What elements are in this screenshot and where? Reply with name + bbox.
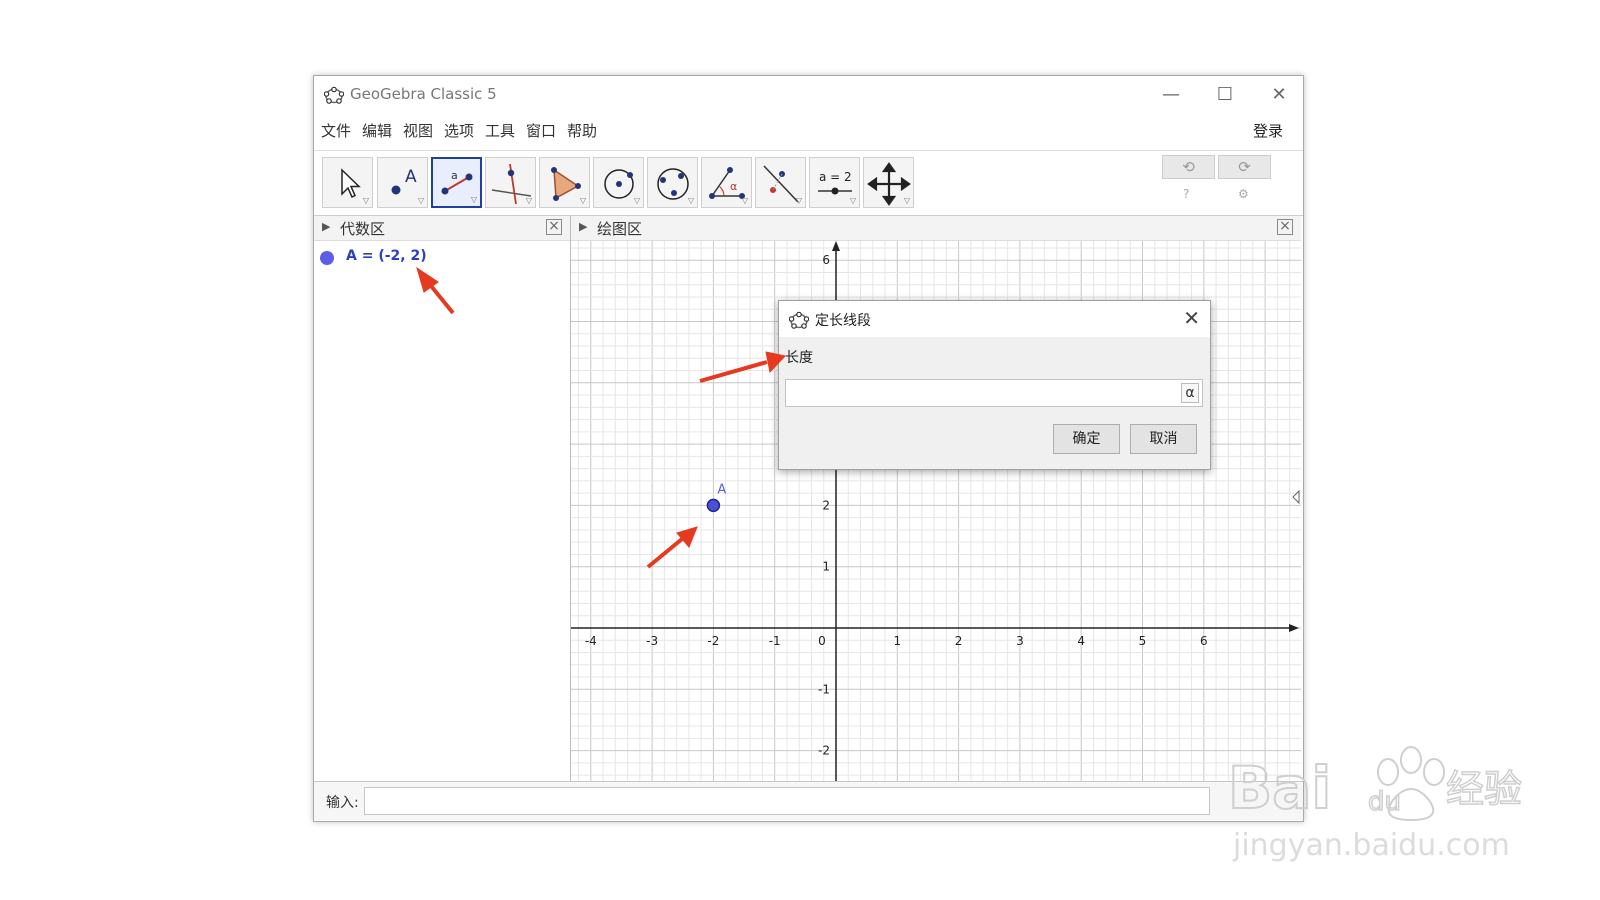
menu-edit[interactable]: 编辑	[362, 120, 392, 141]
ellipse-tool[interactable]: ▽	[647, 157, 698, 208]
alpha-symbol-button[interactable]: α	[1181, 383, 1199, 403]
undo-button[interactable]: ⟲	[1162, 155, 1215, 179]
geogebra-logo-icon	[324, 86, 344, 104]
svg-text:a: a	[451, 169, 458, 182]
algebra-header: ▶ 代数区 ×	[314, 216, 570, 241]
maximize-button[interactable]: ☐	[1203, 80, 1247, 110]
minimize-button[interactable]: —	[1149, 80, 1193, 110]
y-axis-arrow-icon	[832, 241, 840, 251]
window-title: GeoGebra Classic 5	[350, 85, 497, 103]
menu-view[interactable]: 视图	[403, 120, 433, 141]
svg-text:du: du	[1368, 787, 1401, 817]
cancel-button[interactable]: 取消	[1130, 424, 1197, 454]
x-tick-label: 5	[1139, 634, 1147, 648]
svg-text:α: α	[730, 180, 737, 193]
dialog-title-bar: 定长线段 ✕	[779, 301, 1210, 337]
x-tick-label: 0	[818, 634, 826, 648]
move-graphics-tool[interactable]: ▽	[863, 157, 914, 208]
slider-tool-label: a = 2	[819, 170, 852, 184]
point-tool[interactable]: A ▽	[377, 157, 428, 208]
y-tick-label: 2	[822, 498, 830, 512]
close-button[interactable]: ✕	[1257, 80, 1301, 110]
segment-fixed-length-tool[interactable]: a ▽	[431, 157, 482, 208]
collapse-triangle-icon[interactable]: ▶	[579, 220, 587, 233]
input-bar: 输入:	[314, 781, 1303, 820]
circle-tool[interactable]: ▽	[593, 157, 644, 208]
x-tick-label: -3	[646, 634, 658, 648]
x-tick-label: 3	[1016, 634, 1024, 648]
baidu-watermark-logo: Bai du 经验 jingyan.baidu.com	[1228, 746, 1523, 863]
gear-icon[interactable]: ⚙	[1238, 187, 1249, 201]
y-tick-label: 6	[822, 253, 830, 267]
perpendicular-line-tool[interactable]: ▽	[485, 157, 536, 208]
svg-text:jingyan.baidu.com: jingyan.baidu.com	[1232, 828, 1510, 863]
angle-tool[interactable]: α ▽	[701, 157, 752, 208]
input-label: 输入:	[326, 795, 359, 811]
y-tick-label: -2	[818, 744, 830, 758]
visibility-dot-icon[interactable]	[320, 251, 334, 265]
svg-text:A: A	[405, 167, 417, 187]
algebra-title: 代数区	[340, 220, 386, 238]
x-tick-label: 2	[955, 634, 963, 648]
move-tool[interactable]: ▽	[322, 157, 373, 208]
dialog-close-icon[interactable]: ✕	[1183, 306, 1200, 330]
menu-file[interactable]: 文件	[321, 120, 351, 141]
point-a	[706, 498, 721, 513]
x-tick-label: 1	[893, 634, 901, 648]
algebra-view: ▶ 代数区 × A = (-2, 2)	[314, 216, 571, 781]
menu-help[interactable]: 帮助	[567, 120, 597, 141]
menu-options[interactable]: 选项	[444, 120, 474, 141]
input-field[interactable]	[364, 787, 1210, 815]
algebra-object-text[interactable]: A = (-2, 2)	[346, 248, 427, 264]
redo-button[interactable]: ⟳	[1218, 155, 1271, 179]
geogebra-logo-icon	[789, 311, 809, 329]
ok-button[interactable]: 确定	[1053, 424, 1120, 454]
x-tick-label: -4	[585, 634, 597, 648]
slider-tool[interactable]: a = 2 ▽	[809, 157, 860, 208]
menu-window[interactable]: 窗口	[526, 120, 556, 141]
segment-length-dialog: 定长线段 ✕ 长度 α 确定 取消	[778, 300, 1211, 470]
menu-bar: 文件 编辑 视图 选项 工具 窗口 帮助 登录	[314, 116, 1303, 144]
reflect-tool[interactable]: ▽	[755, 157, 806, 208]
algebra-close-icon[interactable]: ×	[546, 219, 562, 235]
svg-text:经验: 经验	[1446, 767, 1522, 811]
dialog-title: 定长线段	[815, 313, 871, 329]
collapse-triangle-icon[interactable]: ▶	[322, 220, 330, 233]
graphics-title: 绘图区	[597, 220, 643, 238]
point-a-label: A	[717, 482, 726, 497]
x-tick-label: 4	[1077, 634, 1085, 648]
polygon-tool[interactable]: ▽	[539, 157, 590, 208]
graphics-close-icon[interactable]: ×	[1277, 219, 1293, 235]
x-tick-label: -2	[707, 634, 719, 648]
x-tick-label: -1	[769, 634, 781, 648]
length-label: 长度	[785, 350, 813, 366]
x-axis-arrow-icon	[1289, 624, 1299, 632]
y-tick-label: 1	[822, 560, 830, 574]
length-input[interactable]: α	[785, 379, 1203, 407]
toolbar: ▽ A ▽ a ▽ ▽ ▽ ▽ ▽ α ▽ ▽ a = 2 ▽ ▽ ⟲ ⟳ ? …	[314, 150, 1303, 216]
login-link[interactable]: 登录	[1253, 120, 1283, 141]
menu-tools[interactable]: 工具	[485, 120, 515, 141]
y-tick-label: -1	[818, 682, 830, 696]
x-tick-label: 6	[1200, 634, 1208, 648]
title-bar: GeoGebra Classic 5 — ☐ ✕	[314, 76, 1303, 114]
svg-text:Bai: Bai	[1228, 754, 1331, 822]
graphics-header: ▶ 绘图区 ×	[571, 216, 1301, 241]
help-icon[interactable]: ?	[1183, 187, 1189, 201]
